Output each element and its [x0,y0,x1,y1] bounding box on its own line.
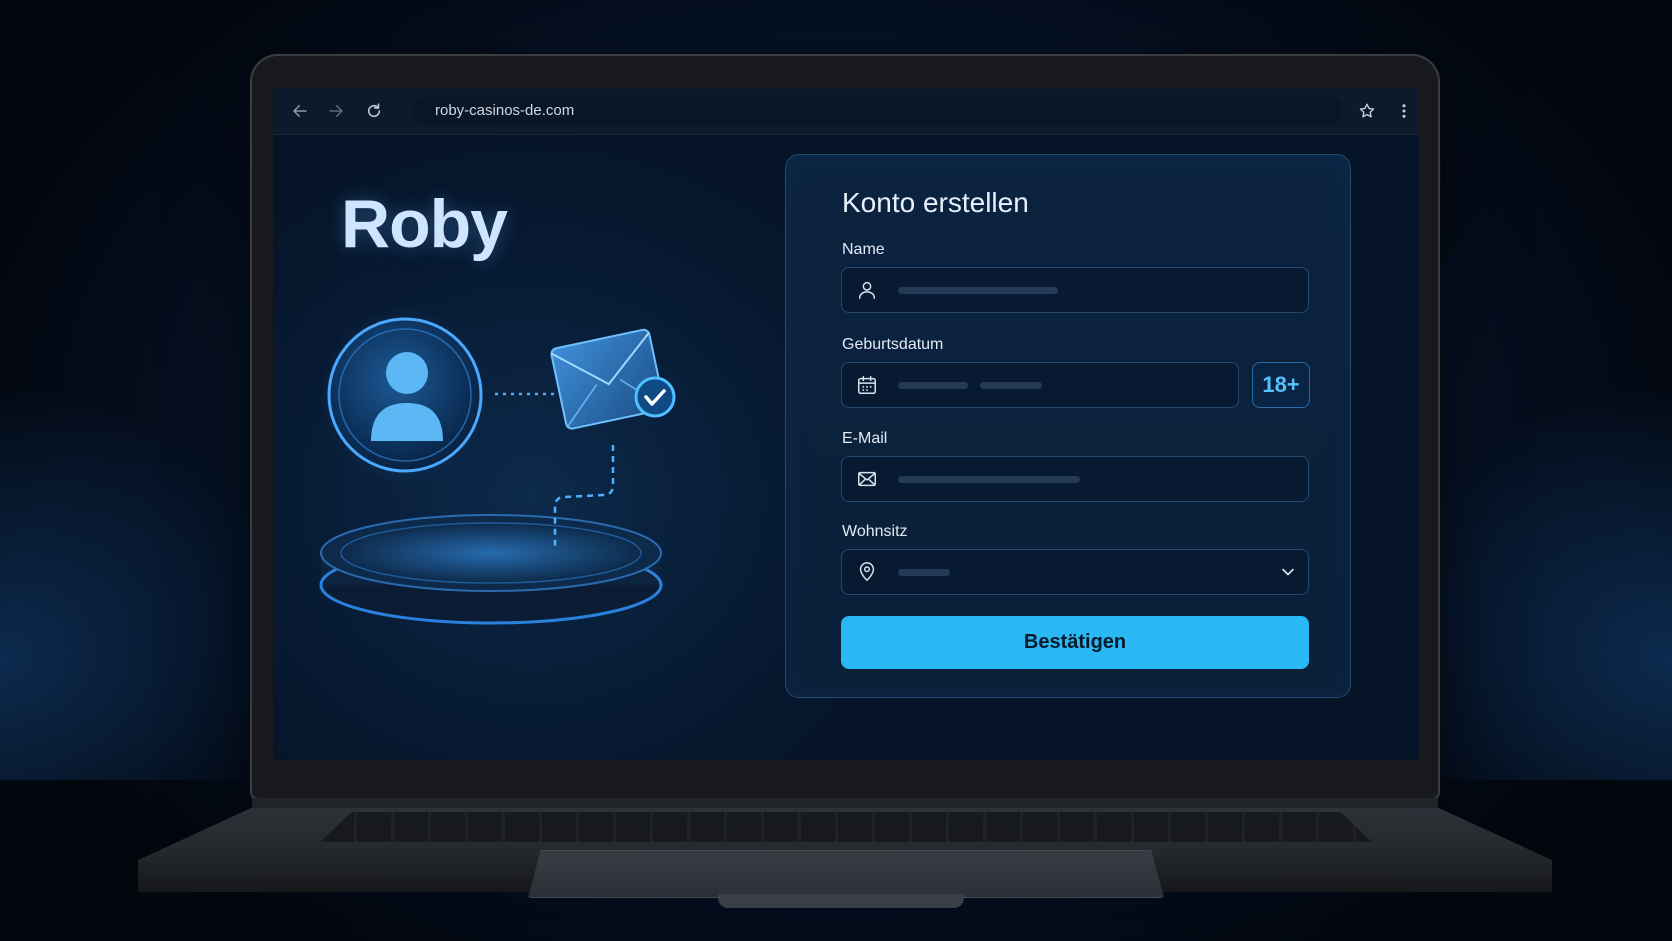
signup-form-card: Konto erstellen Name Geburtsdatum 18+ E-… [785,154,1351,698]
name-input[interactable] [841,267,1309,313]
laptop-screen: roby-casinos-de.com Roby Konto erstellen… [273,88,1419,760]
birthdate-label: Geburtsdatum [842,336,944,353]
name-label: Name [842,241,885,258]
age-18-badge: 18+ [1252,362,1310,408]
user-avatar-graphic [319,305,487,485]
arrow-left-icon [293,105,307,117]
address-bar[interactable]: roby-casinos-de.com [413,96,1343,126]
signup-illustration [319,305,676,625]
arrow-right-icon [329,105,343,117]
forward-button[interactable] [319,88,353,134]
residence-placeholder-blur [898,569,950,576]
birthdate-placeholder-blur-2 [980,382,1042,389]
form-title: Konto erstellen [842,187,1029,218]
residence-label: Wohnsitz [842,523,908,540]
signup-page: Roby Konto erstellen Name Geburtsdatum 1… [273,135,1419,760]
residence-select[interactable] [841,549,1309,595]
confirm-button[interactable]: Bestätigen [841,616,1309,669]
location-pin-icon [856,561,878,583]
brand-logo: Roby [341,186,508,262]
birthdate-input[interactable] [841,362,1239,408]
pedestal-graphic [319,514,663,625]
birthdate-placeholder-blur [898,382,968,389]
bookmark-button[interactable] [1350,88,1384,134]
laptop-front-notch [718,894,964,908]
name-placeholder-blur [898,287,1058,294]
back-button[interactable] [283,88,317,134]
browser-toolbar: roby-casinos-de.com [273,88,1419,135]
email-input[interactable] [841,456,1309,502]
laptop-trackpad [528,850,1164,898]
chevron-down-icon[interactable] [1278,562,1298,582]
star-icon [1359,103,1375,118]
kebab-menu-icon [1402,104,1406,118]
browser-menu-button[interactable] [1387,88,1419,134]
email-label: E-Mail [842,430,888,447]
reload-button[interactable] [357,88,391,134]
calendar-icon [856,374,878,396]
person-icon [856,279,878,301]
laptop-keyboard [320,812,1372,842]
reload-icon [367,103,381,118]
email-placeholder-blur [898,476,1080,483]
mail-icon [856,468,878,490]
url-text: roby-casinos-de.com [435,102,575,119]
